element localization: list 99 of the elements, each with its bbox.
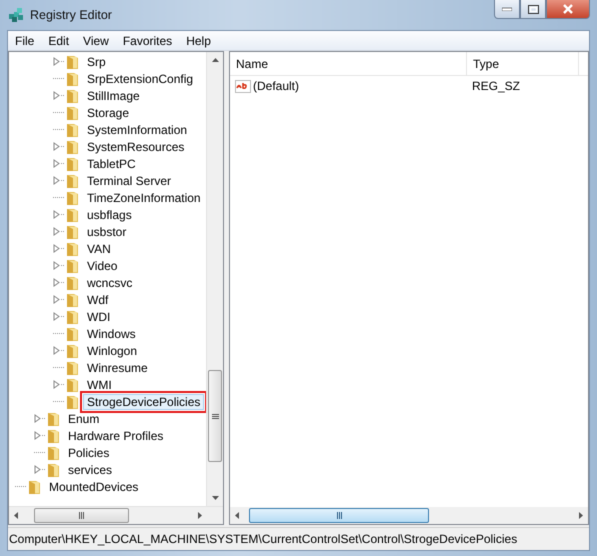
grip-icon <box>79 512 84 519</box>
folder-icon <box>65 224 81 240</box>
folder-icon <box>46 428 62 444</box>
folder-icon <box>65 156 81 172</box>
menu-item[interactable]: Favorites <box>116 34 180 48</box>
value-type: REG_SZ <box>471 79 522 93</box>
folder-icon <box>65 190 81 206</box>
expand-arrow-icon[interactable] <box>34 431 41 440</box>
maximize-button[interactable] <box>520 0 546 19</box>
tree-item[interactable]: usbflags <box>83 206 136 222</box>
tree-item[interactable]: SystemResources <box>83 138 188 154</box>
expand-arrow-icon[interactable] <box>53 159 60 168</box>
tree-item[interactable]: StillImage <box>83 88 144 104</box>
tree-item[interactable]: Video <box>83 258 122 274</box>
folder-icon <box>65 274 81 290</box>
expand-arrow-icon[interactable] <box>53 346 60 355</box>
folder-icon <box>65 88 81 104</box>
tree-item[interactable]: Srp <box>83 54 110 70</box>
expand-arrow-icon[interactable] <box>53 295 60 304</box>
expand-arrow-icon[interactable] <box>53 261 60 270</box>
expand-arrow-icon[interactable] <box>53 57 60 66</box>
folder-icon <box>65 326 81 342</box>
expand-arrow-icon[interactable] <box>53 312 60 321</box>
maximize-icon <box>528 4 538 14</box>
scroll-left-icon[interactable] <box>235 512 239 519</box>
folder-icon <box>65 172 81 188</box>
horizontal-scrollbar[interactable] <box>230 507 588 524</box>
folder-icon <box>46 410 62 426</box>
registry-cubes-icon <box>8 7 24 23</box>
grip-icon <box>336 512 342 519</box>
expand-arrow-icon[interactable] <box>53 176 60 185</box>
tree-item[interactable]: Winresume <box>83 360 152 376</box>
folder-icon <box>46 444 62 460</box>
expand-arrow-icon[interactable] <box>34 414 41 423</box>
folder-icon <box>65 54 81 70</box>
close-icon <box>562 4 574 14</box>
tree-item[interactable]: TimeZoneInformation <box>83 190 205 206</box>
tree-item[interactable]: Enum <box>64 410 104 426</box>
expand-arrow-icon[interactable] <box>53 380 60 389</box>
folder-icon <box>65 122 81 138</box>
expand-arrow-icon[interactable] <box>53 227 60 236</box>
tree-item[interactable]: WMI <box>83 376 116 392</box>
folder-icon <box>65 308 81 324</box>
menu-item[interactable]: Edit <box>41 34 76 48</box>
menu-item[interactable]: View <box>76 34 116 48</box>
tree-item[interactable]: MountedDevices <box>45 478 142 494</box>
expand-arrow-icon[interactable] <box>53 142 60 151</box>
status-bar: Computer\HKEY_LOCAL_MACHINE\SYSTEM\CurrentControlSet\Control\StrogeDevicePolicies <box>8 527 589 550</box>
folder-icon <box>65 258 81 274</box>
expand-arrow-icon[interactable] <box>53 91 60 100</box>
menu-item[interactable]: Help <box>179 34 218 48</box>
folder-icon <box>65 394 81 410</box>
folder-icon <box>65 206 81 222</box>
tree-item[interactable]: Wdf <box>83 292 112 308</box>
string-value-icon <box>235 78 251 94</box>
folder-icon <box>65 104 81 120</box>
column-header[interactable]: Name <box>230 52 467 75</box>
folder-icon <box>65 342 81 358</box>
window-title: Registry Editor <box>30 8 112 22</box>
folder-icon <box>65 292 81 308</box>
vertical-scrollbar[interactable] <box>206 52 223 506</box>
tree-item[interactable]: Terminal Server <box>83 172 176 188</box>
folder-icon <box>65 240 81 256</box>
value-name: (Default) <box>253 79 300 93</box>
tree-item[interactable]: SrpExtensionConfig <box>83 70 198 86</box>
folder-icon <box>65 70 81 86</box>
tree-item[interactable]: Hardware Profiles <box>64 428 168 444</box>
scroll-down-icon[interactable] <box>212 496 218 500</box>
tree-item[interactable]: Windows <box>83 326 140 342</box>
minimize-button[interactable] <box>494 0 520 19</box>
expand-arrow-icon[interactable] <box>53 210 60 219</box>
horizontal-scrollbar[interactable] <box>9 506 223 524</box>
column-header[interactable]: Type <box>467 52 579 75</box>
folder-icon <box>65 376 81 392</box>
close-button[interactable] <box>546 0 590 19</box>
tree-item[interactable]: usbstor <box>83 224 130 240</box>
scroll-up-icon[interactable] <box>212 58 218 62</box>
expand-arrow-icon[interactable] <box>53 278 60 287</box>
tree-item[interactable]: services <box>64 462 116 478</box>
minimize-icon <box>502 7 512 11</box>
folder-icon <box>65 360 81 376</box>
tree-item[interactable]: Policies <box>64 444 114 460</box>
scroll-left-icon[interactable] <box>14 512 18 519</box>
tree-item[interactable]: Storage <box>83 104 134 120</box>
tree-item[interactable]: wcncsvc <box>83 274 136 290</box>
tree-item[interactable]: WDI <box>83 308 114 324</box>
tree-item[interactable]: SystemInformation <box>83 122 192 138</box>
scroll-right-icon[interactable] <box>198 512 202 519</box>
scroll-right-icon[interactable] <box>579 512 583 519</box>
expand-arrow-icon[interactable] <box>53 244 60 253</box>
tree-item[interactable]: Winlogon <box>83 342 142 358</box>
folder-icon <box>27 478 43 494</box>
tree-item[interactable]: TabletPC <box>83 156 140 172</box>
folder-icon <box>65 138 81 154</box>
expand-arrow-icon[interactable] <box>34 465 41 474</box>
tree-item[interactable]: VAN <box>83 240 115 256</box>
menu-item[interactable]: File <box>8 34 42 48</box>
folder-icon <box>46 462 62 478</box>
grip-icon <box>212 414 218 418</box>
